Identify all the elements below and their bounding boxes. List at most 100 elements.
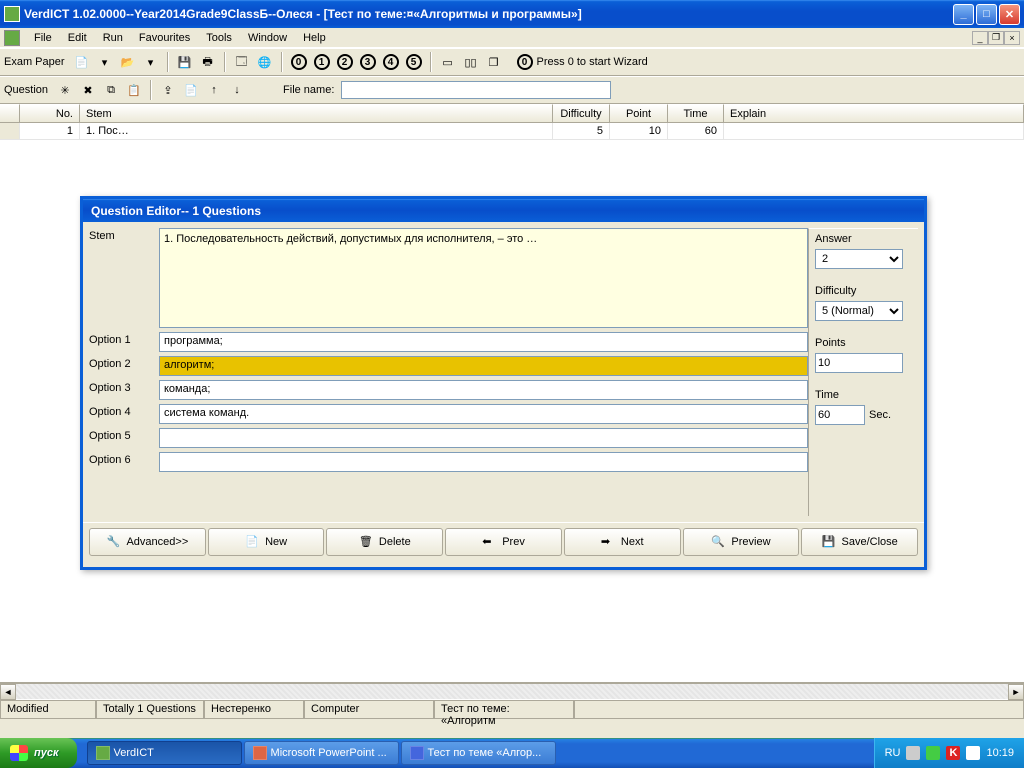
tray-icon[interactable]: K [946, 746, 960, 760]
lang-indicator[interactable]: RU [885, 747, 901, 759]
task-word[interactable]: Тест по теме «Алгор... [401, 741, 556, 765]
tray-icon[interactable] [926, 746, 940, 760]
windows-flag-icon [10, 745, 28, 761]
mdi-minimize[interactable]: _ [972, 31, 988, 45]
preview-button[interactable]: 🔍Preview [683, 528, 800, 556]
dropdown2-icon[interactable]: ▾ [141, 52, 161, 72]
menu-window[interactable]: Window [240, 30, 295, 46]
q-down-icon[interactable]: ↓ [227, 80, 247, 100]
new-button[interactable]: 📄New [208, 528, 325, 556]
rowheader-col[interactable] [0, 104, 20, 122]
menu-run[interactable]: Run [95, 30, 131, 46]
option3-label: Option 3 [89, 380, 153, 394]
open-icon[interactable]: 📂 [118, 52, 138, 72]
scroll-left-icon[interactable]: ◄ [0, 684, 16, 700]
cell-no: 1 [20, 123, 80, 140]
table-row[interactable]: 1 1. Пос… 5 10 60 [0, 123, 1024, 140]
menu-edit[interactable]: Edit [60, 30, 95, 46]
print-icon[interactable]: 🖶 [198, 52, 218, 72]
new-icon[interactable]: 📄 [72, 52, 92, 72]
tray-icon[interactable] [906, 746, 920, 760]
mdi-close[interactable]: × [1004, 31, 1020, 45]
horizontal-scrollbar[interactable]: ◄ ► [0, 683, 1024, 699]
q-new-icon[interactable]: ✳ [55, 80, 75, 100]
option2-input[interactable]: алгоритм; [159, 356, 808, 376]
status-total: Totally 1 Questions [96, 700, 204, 719]
col-difficulty[interactable]: Difficulty [553, 104, 610, 122]
answer-select[interactable]: 2 [815, 249, 903, 269]
status-test: Тест по теме: «Алгоритм [434, 700, 574, 719]
dropdown-icon[interactable]: ▾ [95, 52, 115, 72]
menu-file[interactable]: File [26, 30, 60, 46]
layout1-icon[interactable]: ▭ [438, 52, 458, 72]
col-point[interactable]: Point [610, 104, 668, 122]
menu-tools[interactable]: Tools [198, 30, 240, 46]
filename-input[interactable] [341, 81, 611, 99]
cell-time: 60 [668, 123, 724, 140]
col-time[interactable]: Time [668, 104, 724, 122]
q-export-icon[interactable]: 📄 [181, 80, 201, 100]
layout3-icon[interactable]: ❐ [484, 52, 504, 72]
menu-help[interactable]: Help [295, 30, 334, 46]
dialog-title[interactable]: Question Editor-- 1 Questions [80, 196, 927, 222]
nav5-icon[interactable]: 5 [404, 52, 424, 72]
mdi-controls: _ ❐ × [972, 31, 1020, 45]
scroll-right-icon[interactable]: ► [1008, 684, 1024, 700]
status-computer: Computer [304, 700, 434, 719]
task-icon [96, 746, 110, 760]
prop1-icon[interactable]: 🗔 [232, 52, 252, 72]
tray-icon[interactable] [966, 746, 980, 760]
maximize-button[interactable]: □ [976, 4, 997, 25]
col-stem[interactable]: Stem [80, 104, 553, 122]
option3-input[interactable]: команда; [159, 380, 808, 400]
row-indicator [0, 123, 20, 140]
q-del-icon[interactable]: ✖ [78, 80, 98, 100]
preview-icon: 🔍 [711, 535, 725, 549]
prev-button[interactable]: ⬅Prev [445, 528, 562, 556]
time-label: Time [815, 389, 912, 401]
nav1-icon[interactable]: 1 [312, 52, 332, 72]
time-input[interactable] [815, 405, 865, 425]
cell-point: 10 [610, 123, 668, 140]
status-modified: Modified [0, 700, 96, 719]
q-copy-icon[interactable]: ⧉ [101, 80, 121, 100]
points-input[interactable] [815, 353, 903, 373]
option1-input[interactable]: программа; [159, 332, 808, 352]
menu-favourites[interactable]: Favourites [131, 30, 198, 46]
save-icon[interactable]: 💾 [175, 52, 195, 72]
wizard-hint: 0 Press 0 to start Wizard [517, 54, 648, 70]
task-verdict[interactable]: VerdICT [87, 741, 242, 765]
system-tray[interactable]: RU K 10:19 [874, 738, 1024, 768]
option5-input[interactable] [159, 428, 808, 448]
col-no[interactable]: No. [20, 104, 80, 122]
delete-button[interactable]: 🗑Delete [326, 528, 443, 556]
clock[interactable]: 10:19 [986, 747, 1014, 759]
close-button[interactable]: ✕ [999, 4, 1020, 25]
q-up-icon[interactable]: ↑ [204, 80, 224, 100]
nav0-icon[interactable]: 0 [289, 52, 309, 72]
nav3-icon[interactable]: 3 [358, 52, 378, 72]
start-button[interactable]: пуск [0, 738, 77, 768]
stem-label: Stem [89, 228, 153, 242]
next-button[interactable]: ➡Next [564, 528, 681, 556]
layout2-icon[interactable]: ▯▯ [461, 52, 481, 72]
q-paste-icon[interactable]: 📋 [124, 80, 144, 100]
prop2-icon[interactable]: 🌐 [255, 52, 275, 72]
statusbar: Modified Totally 1 Questions Нестеренко … [0, 699, 1024, 719]
doc-icon [4, 30, 20, 46]
option4-input[interactable]: система команд. [159, 404, 808, 424]
mdi-restore[interactable]: ❐ [988, 31, 1004, 45]
minimize-button[interactable]: _ [953, 4, 974, 25]
sec-label: Sec. [869, 409, 891, 421]
task-powerpoint[interactable]: Microsoft PowerPoint ... [244, 741, 399, 765]
q-import-icon[interactable]: ⇪ [158, 80, 178, 100]
stem-textarea[interactable]: 1. Последовательность действий, допустим… [159, 228, 808, 328]
advanced-button[interactable]: 🔧Advanced>> [89, 528, 206, 556]
nav2-icon[interactable]: 2 [335, 52, 355, 72]
nav4-icon[interactable]: 4 [381, 52, 401, 72]
col-explain[interactable]: Explain [724, 104, 1024, 122]
difficulty-label: Difficulty [815, 285, 912, 297]
difficulty-select[interactable]: 5 (Normal) [815, 301, 903, 321]
option6-input[interactable] [159, 452, 808, 472]
save-close-button[interactable]: 💾Save/Close [801, 528, 918, 556]
